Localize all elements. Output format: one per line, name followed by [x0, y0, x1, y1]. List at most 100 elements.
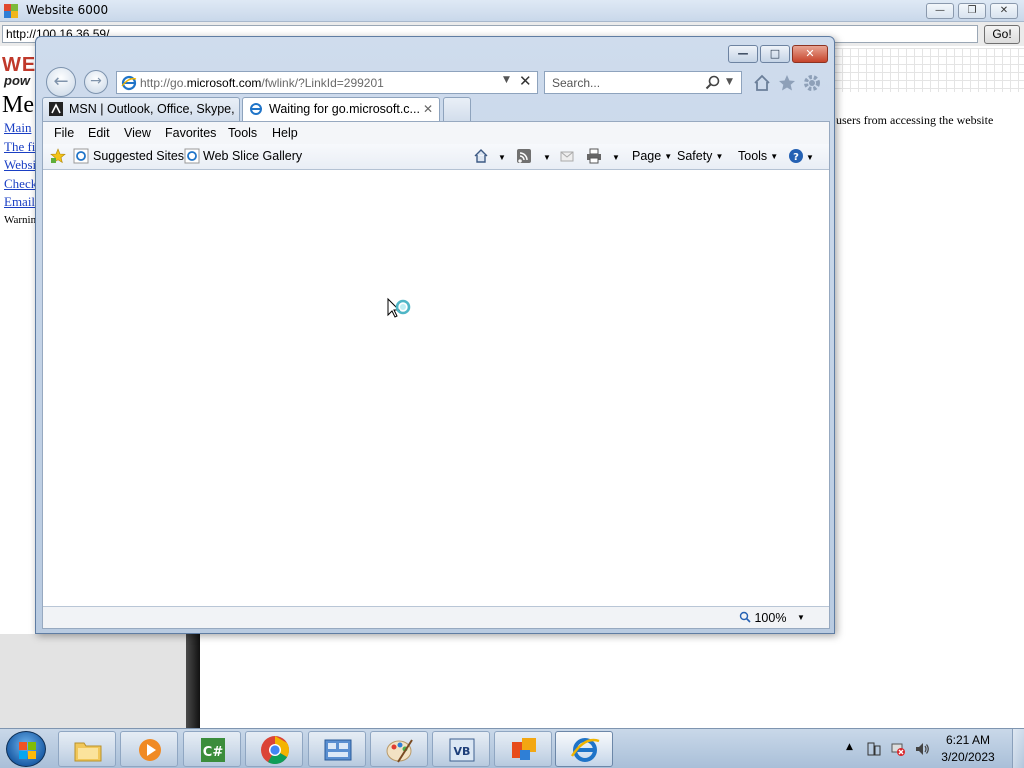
bg-link-website[interactable]: Websi: [4, 157, 36, 173]
menu-favorites[interactable]: Favorites: [165, 126, 216, 140]
forward-button[interactable]: →: [84, 70, 108, 94]
address-bar[interactable]: http://go.microsoft.com/fwlink/?LinkId=2…: [116, 71, 538, 94]
action-center-icon[interactable]: [866, 741, 882, 757]
address-dropdown-icon[interactable]: ▼: [503, 75, 510, 85]
favorites-star-icon[interactable]: [777, 73, 797, 93]
paint-icon: [386, 739, 413, 763]
bg-description-text: users from accessing the website: [836, 113, 994, 127]
zoom-icon: [739, 611, 751, 623]
menu-bar: File Edit View Favorites Tools Help: [43, 122, 829, 144]
svg-text:C#: C#: [203, 745, 224, 760]
go-button[interactable]: Go!: [984, 25, 1020, 44]
search-box[interactable]: Search... ▼: [544, 71, 742, 94]
print-dropdown-icon[interactable]: ▼: [612, 153, 620, 162]
search-icon[interactable]: [705, 75, 721, 91]
home-dropdown-icon[interactable]: ▼: [498, 153, 506, 162]
taskbar-office[interactable]: [494, 731, 552, 767]
favorites-add-icon[interactable]: [50, 148, 66, 164]
bg-warning-text: Warnin: [4, 214, 37, 226]
taskbar-internet-explorer[interactable]: [555, 731, 613, 767]
tab-strip: MSN | Outlook, Office, Skype, ... Waitin…: [42, 97, 830, 121]
bg-window-titlebar: Website 6000 — ❐ ✕: [0, 0, 1024, 22]
stop-icon[interactable]: ✕: [519, 72, 532, 90]
tab-waiting[interactable]: Waiting for go.microsoft.c... ✕: [242, 97, 440, 121]
msn-icon: [49, 102, 63, 116]
ie-page-icon: [121, 75, 137, 91]
zoom-dropdown-icon[interactable]: ▼: [797, 613, 805, 622]
bg-window-title: Website 6000: [26, 3, 109, 17]
bg-link-check[interactable]: Check: [4, 176, 37, 192]
taskbar-visual-csharp[interactable]: C#: [183, 731, 241, 767]
menu-edit[interactable]: Edit: [88, 126, 110, 140]
tab-waiting-label: Waiting for go.microsoft.c...: [269, 102, 420, 116]
taskbar-control-panel[interactable]: [308, 731, 366, 767]
ie-frame: File Edit View Favorites Tools Help Sugg…: [42, 121, 830, 629]
clock-time[interactable]: 6:21 AM: [928, 733, 1008, 747]
tab-msn[interactable]: MSN | Outlook, Office, Skype, ...: [42, 97, 240, 121]
control-panel-icon: [324, 739, 352, 761]
bg-grid-pattern: [834, 48, 1024, 92]
safety-menu[interactable]: Safety ▼: [677, 149, 723, 163]
page-content-area[interactable]: [43, 170, 829, 606]
visual-basic-icon: VB: [449, 738, 475, 762]
home-icon[interactable]: [752, 73, 772, 93]
taskbar-explorer[interactable]: [58, 731, 116, 767]
svg-text:?: ?: [793, 152, 799, 163]
help-dropdown-icon[interactable]: ▼: [806, 153, 814, 162]
taskbar-media-player[interactable]: [120, 731, 178, 767]
media-player-icon: [139, 739, 161, 761]
windows-logo-icon: [19, 742, 36, 759]
favorites-bar: Suggested Sites Web Slice Gallery ▼ ▼ ▼ …: [43, 144, 829, 170]
ie-page-icon: [73, 148, 89, 164]
new-tab-button[interactable]: [443, 97, 471, 121]
zoom-value: 100%: [754, 611, 787, 625]
taskbar-visual-basic[interactable]: VB: [432, 731, 490, 767]
office-icon: [512, 738, 536, 760]
ie-page-icon: [250, 103, 262, 115]
suggested-sites-link[interactable]: Suggested Sites: [93, 149, 184, 163]
print-icon[interactable]: [586, 148, 602, 164]
mail-icon[interactable]: [559, 148, 575, 164]
ie-restore-button[interactable]: □: [760, 45, 790, 63]
home-icon[interactable]: [473, 148, 489, 164]
gear-icon[interactable]: [802, 73, 822, 93]
close-button[interactable]: ✕: [990, 3, 1018, 19]
help-icon[interactable]: ?: [788, 148, 804, 164]
start-button[interactable]: [6, 731, 46, 767]
file-explorer-icon: [74, 742, 102, 762]
app-icon: [4, 4, 18, 18]
menu-view[interactable]: View: [124, 126, 151, 140]
bg-page-heading: Me: [2, 92, 34, 118]
search-input[interactable]: Search...: [552, 76, 600, 90]
ie-close-button[interactable]: ✕: [792, 45, 828, 63]
close-tab-icon[interactable]: ✕: [423, 98, 433, 120]
clock-date[interactable]: 3/20/2023: [928, 750, 1008, 764]
menu-tools[interactable]: Tools: [228, 126, 257, 140]
page-menu[interactable]: Page ▼: [632, 149, 672, 163]
zoom-level[interactable]: 100%: [739, 611, 786, 625]
show-hidden-icons-icon[interactable]: ▲: [846, 742, 862, 758]
back-button[interactable]: ←: [46, 67, 76, 97]
taskbar-paint[interactable]: [370, 731, 428, 767]
bg-link-email[interactable]: Email: [4, 194, 35, 210]
feeds-icon[interactable]: [516, 148, 532, 164]
internet-explorer-icon: [570, 738, 600, 762]
bg-logo-subtext: pow: [4, 73, 30, 88]
bg-link-the[interactable]: The fi: [4, 139, 35, 155]
address-text[interactable]: http://go.microsoft.com/fwlink/?LinkId=2…: [140, 76, 384, 90]
network-error-icon[interactable]: [890, 741, 906, 757]
bg-link-main[interactable]: Main: [4, 120, 31, 136]
show-desktop-button[interactable]: [1012, 729, 1024, 768]
feeds-dropdown-icon[interactable]: ▼: [543, 153, 551, 162]
chrome-icon: [261, 736, 289, 764]
ie-minimize-button[interactable]: —: [728, 45, 758, 63]
bg-gray-panel: [0, 634, 188, 728]
tools-menu[interactable]: Tools ▼: [738, 149, 778, 163]
minimize-button[interactable]: —: [926, 3, 954, 19]
web-slice-gallery-link[interactable]: Web Slice Gallery: [203, 149, 302, 163]
taskbar-chrome[interactable]: [245, 731, 303, 767]
search-dropdown-icon[interactable]: ▼: [726, 77, 733, 87]
menu-file[interactable]: File: [54, 126, 74, 140]
restore-button[interactable]: ❐: [958, 3, 986, 19]
menu-help[interactable]: Help: [272, 126, 298, 140]
